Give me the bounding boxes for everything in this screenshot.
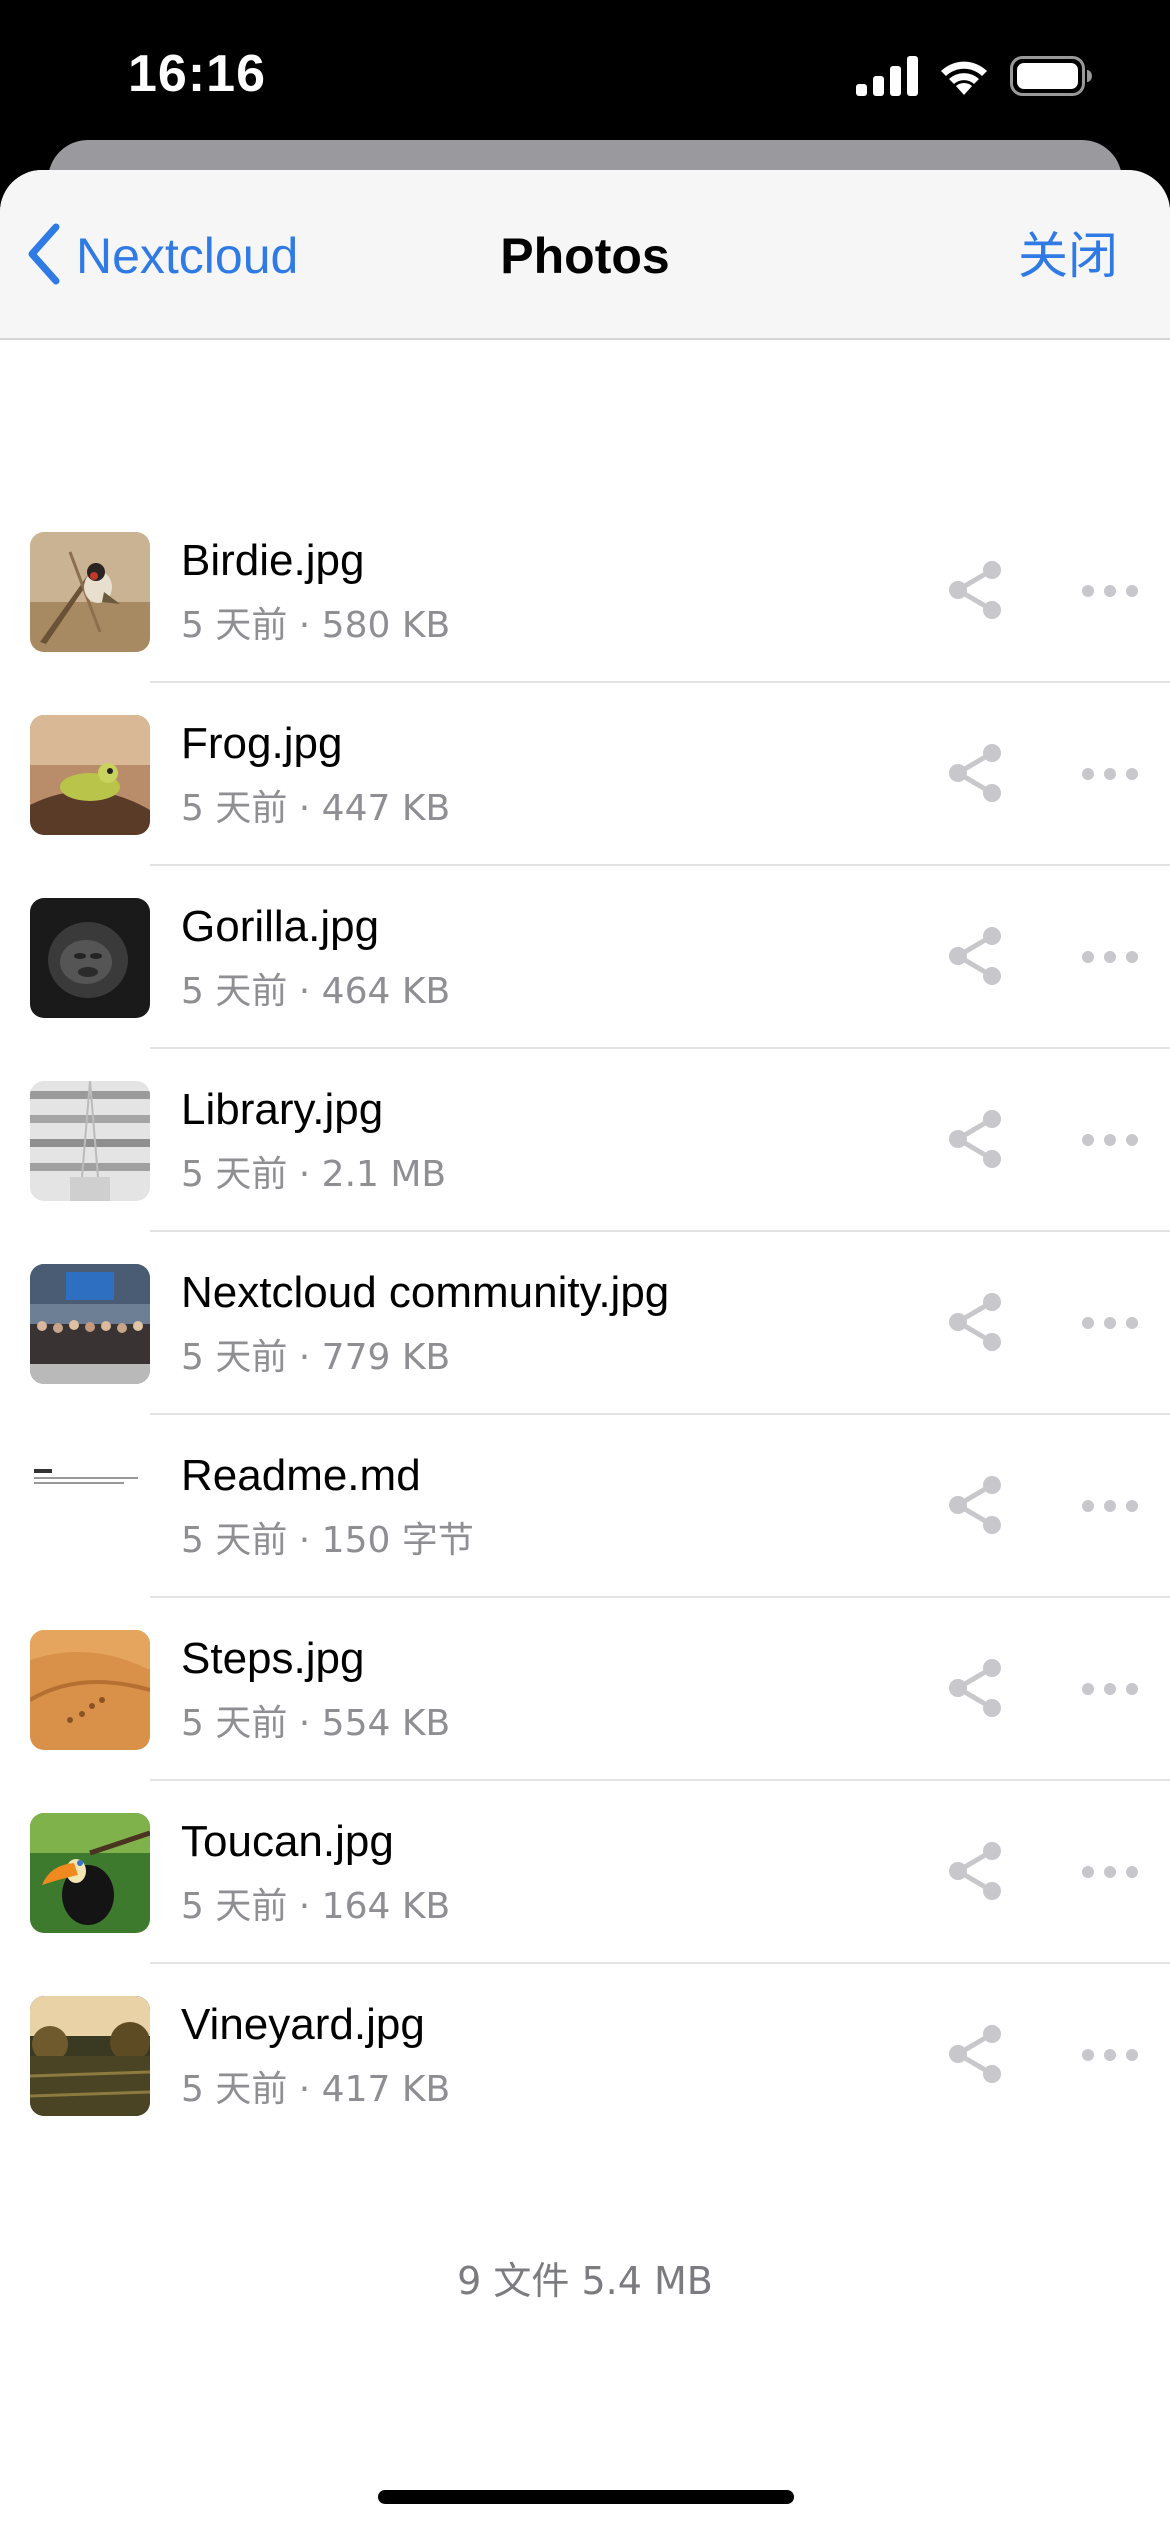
share-icon xyxy=(949,1659,1001,1717)
library-photo-thumbnail xyxy=(30,1081,150,1201)
more-options-button[interactable] xyxy=(1080,2040,1140,2070)
file-row[interactable]: Nextcloud community.jpg 5 天前 · 779 KB xyxy=(0,1232,1170,1415)
ellipsis-icon xyxy=(1082,585,1138,597)
more-options-button[interactable] xyxy=(1080,1491,1140,1521)
file-row[interactable]: Birdie.jpg 5 天前 · 580 KB xyxy=(0,500,1170,683)
file-name: Birdie.jpg xyxy=(181,536,365,585)
vineyard-photo-thumbnail xyxy=(30,1996,150,2116)
photos-sheet: Nextcloud Photos 关闭 Birdie.jpg 5 天前 · 58… xyxy=(0,170,1170,2532)
cellular-signal-icon xyxy=(856,55,918,101)
close-button[interactable]: 关闭 xyxy=(1018,216,1118,296)
screen: 16:16 Nextcloud Photos 关闭 Birdie.jpg 5 天… xyxy=(0,0,1170,2532)
more-options-button[interactable] xyxy=(1080,576,1140,606)
share-icon xyxy=(949,1842,1001,1900)
file-meta: 5 天前 · 580 KB xyxy=(181,605,451,646)
file-name: Vineyard.jpg xyxy=(181,2000,425,2049)
ellipsis-icon xyxy=(1082,951,1138,963)
bird-photo-thumbnail xyxy=(30,532,150,652)
folder-summary: 9 文件 5.4 MB xyxy=(457,2259,713,2303)
ellipsis-icon xyxy=(1082,2049,1138,2061)
share-button[interactable] xyxy=(944,1656,1008,1720)
battery-icon xyxy=(1010,55,1092,101)
file-list: Birdie.jpg 5 天前 · 580 KB Frog.jpg 5 天前 ·… xyxy=(0,500,1170,2147)
file-meta: 5 天前 · 554 KB xyxy=(181,1703,451,1744)
back-button-label: Nextcloud xyxy=(76,228,299,284)
file-meta: 5 天前 · 164 KB xyxy=(181,1886,451,1927)
more-options-button[interactable] xyxy=(1080,1857,1140,1887)
file-meta: 5 天前 · 779 KB xyxy=(181,1337,451,1378)
ellipsis-icon xyxy=(1082,1866,1138,1878)
file-row[interactable]: Readme.md 5 天前 · 150 字节 xyxy=(0,1415,1170,1598)
status-bar: 16:16 xyxy=(0,0,1170,150)
back-button[interactable]: Nextcloud xyxy=(24,216,298,296)
group-photo-thumbnail xyxy=(30,1264,150,1384)
share-icon xyxy=(949,1293,1001,1351)
file-meta: 5 天前 · 150 字节 xyxy=(181,1520,474,1561)
ellipsis-icon xyxy=(1082,1317,1138,1329)
more-options-button[interactable] xyxy=(1080,1308,1140,1338)
file-name: Steps.jpg xyxy=(181,1634,365,1683)
share-button[interactable] xyxy=(944,1290,1008,1354)
file-meta: 5 天前 · 417 KB xyxy=(181,2069,451,2110)
toucan-photo-thumbnail xyxy=(30,1813,150,1933)
status-time: 16:16 xyxy=(128,45,266,103)
gorilla-photo-thumbnail xyxy=(30,898,150,1018)
more-options-button[interactable] xyxy=(1080,942,1140,972)
file-name: Readme.md xyxy=(181,1451,421,1500)
status-icons xyxy=(856,55,1092,102)
file-meta: 5 天前 · 464 KB xyxy=(181,971,451,1012)
frog-photo-thumbnail xyxy=(30,715,150,835)
ellipsis-icon xyxy=(1082,1500,1138,1512)
wifi-icon xyxy=(936,55,992,102)
share-button[interactable] xyxy=(944,1107,1008,1171)
file-row[interactable]: Steps.jpg 5 天前 · 554 KB xyxy=(0,1598,1170,1781)
share-icon xyxy=(949,927,1001,985)
file-name: Gorilla.jpg xyxy=(181,902,380,951)
share-icon xyxy=(949,2025,1001,2083)
more-options-button[interactable] xyxy=(1080,1125,1140,1155)
share-icon xyxy=(949,744,1001,802)
file-meta: 5 天前 · 2.1 MB xyxy=(181,1154,447,1195)
share-button[interactable] xyxy=(944,2022,1008,2086)
navigation-bar: Nextcloud Photos 关闭 xyxy=(0,170,1170,340)
file-row[interactable]: Vineyard.jpg 5 天前 · 417 KB xyxy=(0,1964,1170,2147)
file-row[interactable]: Gorilla.jpg 5 天前 · 464 KB xyxy=(0,866,1170,1049)
chevron-left-icon xyxy=(24,223,64,290)
ellipsis-icon xyxy=(1082,768,1138,780)
desert-photo-thumbnail xyxy=(30,1630,150,1750)
file-row[interactable]: Toucan.jpg 5 天前 · 164 KB xyxy=(0,1781,1170,1964)
document-preview-thumbnail xyxy=(30,1447,150,1567)
share-button[interactable] xyxy=(944,924,1008,988)
file-row[interactable]: Library.jpg 5 天前 · 2.1 MB xyxy=(0,1049,1170,1232)
share-button[interactable] xyxy=(944,741,1008,805)
home-indicator[interactable] xyxy=(378,2490,794,2504)
share-icon xyxy=(949,561,1001,619)
more-options-button[interactable] xyxy=(1080,759,1140,789)
share-icon xyxy=(949,1110,1001,1168)
file-name: Library.jpg xyxy=(181,1085,384,1134)
ellipsis-icon xyxy=(1082,1683,1138,1695)
file-row[interactable]: Frog.jpg 5 天前 · 447 KB xyxy=(0,683,1170,866)
more-options-button[interactable] xyxy=(1080,1674,1140,1704)
share-icon xyxy=(949,1476,1001,1534)
file-name: Frog.jpg xyxy=(181,719,343,768)
file-name: Toucan.jpg xyxy=(181,1817,394,1866)
file-name: Nextcloud community.jpg xyxy=(181,1268,670,1317)
file-meta: 5 天前 · 447 KB xyxy=(181,788,451,829)
share-button[interactable] xyxy=(944,1839,1008,1903)
page-title: Photos xyxy=(500,228,670,284)
share-button[interactable] xyxy=(944,558,1008,622)
ellipsis-icon xyxy=(1082,1134,1138,1146)
share-button[interactable] xyxy=(944,1473,1008,1537)
